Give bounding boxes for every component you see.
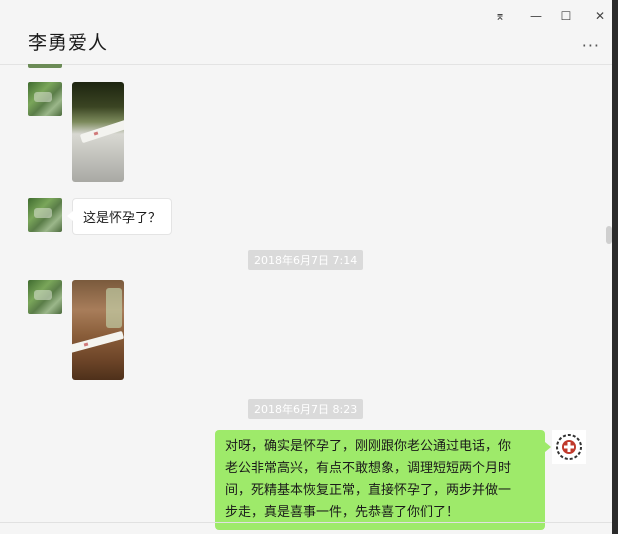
message-line: 步走，真是喜事一件，先恭喜了你们了！: [225, 505, 460, 520]
self-avatar-icon: [556, 434, 582, 460]
message-text: 这是怀孕了？: [83, 211, 162, 226]
message-image[interactable]: [72, 280, 124, 380]
timestamp: 2018年6月7日 7:14: [248, 250, 364, 270]
contact-avatar[interactable]: [28, 82, 62, 116]
contact-avatar[interactable]: [28, 280, 62, 314]
test-strip-shape: [72, 330, 124, 354]
bubble-tail: [545, 442, 551, 452]
glass-shape: [106, 288, 122, 328]
input-divider: [0, 522, 612, 523]
maximize-icon[interactable]: ☐: [556, 8, 576, 24]
self-avatar[interactable]: [552, 430, 586, 464]
message-bubble-self[interactable]: 对呀，确实是怀孕了，刚刚跟你老公通过电话，你 老公非常高兴，有点不敢想象，调理短…: [215, 430, 551, 530]
message-bubble[interactable]: 这是怀孕了？: [67, 198, 173, 235]
message-image[interactable]: [72, 82, 124, 182]
pin-icon[interactable]: ⌆: [490, 8, 510, 24]
minimize-icon[interactable]: —: [526, 8, 546, 24]
message-line: 老公非常高兴，有点不敢想象，调理短短两个月时: [225, 461, 512, 476]
window-edge: [612, 0, 618, 534]
more-options-icon[interactable]: ···: [582, 36, 600, 55]
chat-window: ⌆ — ☐ ✕ 李勇爱人 ··· 这是怀孕了？ 2018年6月7日 7:14 2…: [0, 0, 613, 534]
contact-avatar[interactable]: [28, 198, 62, 232]
avatar[interactable]: [28, 64, 62, 68]
message-line: 间，死精基本恢复正常，直接怀孕了，两步并做一: [225, 483, 512, 498]
message-line: 对呀，确实是怀孕了，刚刚跟你老公通过电话，你: [225, 439, 512, 454]
test-strip-shape: [79, 119, 124, 144]
header-divider: [0, 64, 612, 65]
timestamp: 2018年6月7日 8:23: [248, 399, 364, 419]
chat-title: 李勇爱人: [28, 32, 109, 54]
bubble-tail: [67, 211, 73, 221]
close-icon[interactable]: ✕: [590, 8, 610, 24]
